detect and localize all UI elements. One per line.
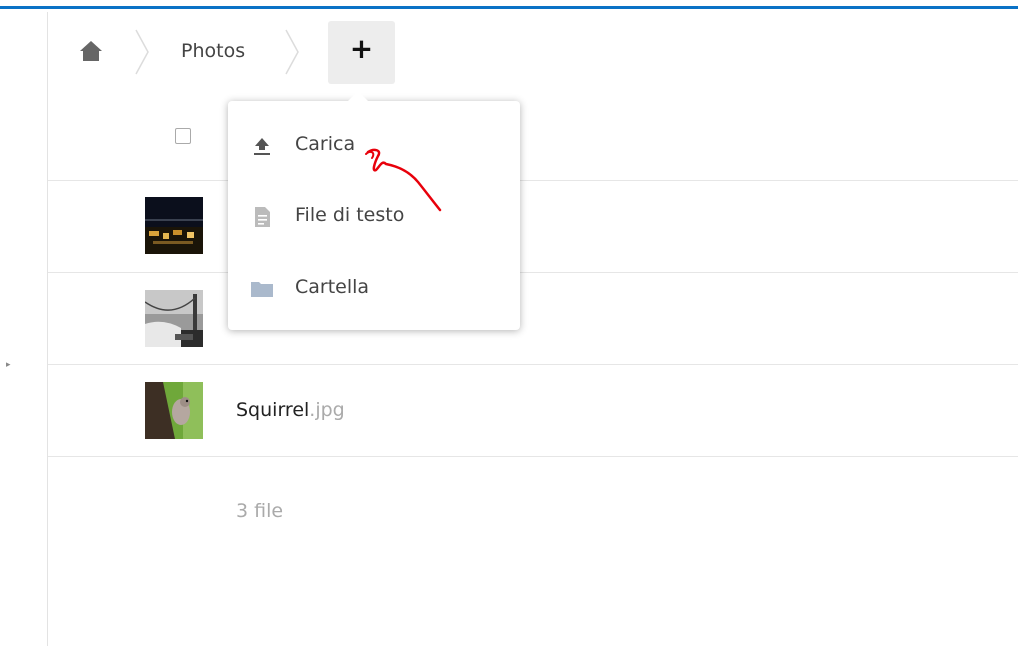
breadcrumb-separator-icon <box>135 29 149 75</box>
sidebar-collapse-icon[interactable]: ▸ <box>6 360 11 370</box>
menu-item-label: Carica <box>295 133 356 155</box>
upload-icon <box>254 138 270 155</box>
home-icon[interactable] <box>78 38 104 64</box>
menu-item-label: Cartella <box>295 276 370 298</box>
row-divider <box>48 456 1018 457</box>
breadcrumb-separator-icon <box>285 29 299 75</box>
menu-pointer <box>348 91 368 101</box>
file-row[interactable] <box>48 181 1018 273</box>
breadcrumb: Photos + <box>48 12 1018 92</box>
night-city-thumbnail <box>145 197 203 254</box>
menu-item-text-file[interactable]: File di testo <box>228 184 520 250</box>
menu-item-folder[interactable]: Cartella <box>228 256 520 322</box>
breadcrumb-item-photos[interactable]: Photos <box>181 40 245 62</box>
file-row[interactable]: Squirrel.jpg <box>48 365 1018 457</box>
new-file-menu: Carica File di testo Cartella <box>228 91 520 330</box>
file-name: Squirrel.jpg <box>236 399 345 421</box>
top-header-bar <box>0 0 1018 9</box>
text-file-icon <box>255 207 270 227</box>
menu-item-label: File di testo <box>295 204 405 226</box>
folder-icon <box>251 282 273 297</box>
plus-icon: + <box>349 32 374 65</box>
file-row[interactable]: jpg <box>48 273 1018 365</box>
golden-gate-thumbnail <box>145 290 203 347</box>
squirrel-thumbnail <box>145 382 203 439</box>
file-count-summary: 3 file <box>236 500 284 522</box>
menu-item-upload[interactable]: Carica <box>228 113 520 179</box>
select-all-checkbox[interactable] <box>175 128 191 144</box>
new-button[interactable]: + <box>328 21 395 84</box>
